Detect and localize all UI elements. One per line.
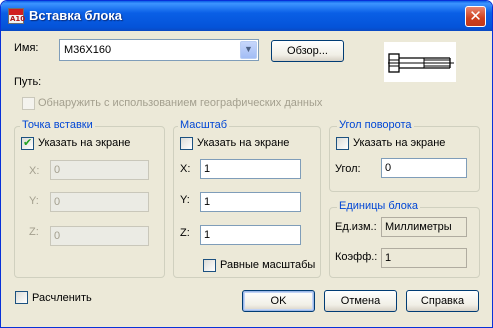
uniform-scale-checkbox[interactable] [203, 259, 216, 272]
block-name-value: M36X160 [64, 44, 112, 56]
scale-z-input[interactable]: 1 [200, 225, 301, 245]
scale-title: Масштаб [178, 119, 230, 131]
factor-label: Коэфф.: [335, 251, 378, 263]
chevron-down-icon: ▼ [244, 44, 253, 54]
title-bar: A10 Вставка блока ✕ [1, 1, 492, 31]
close-button[interactable]: ✕ [465, 6, 486, 27]
bolt-preview-icon [388, 53, 454, 73]
scale-y-input[interactable]: 1 [200, 192, 301, 212]
angle-input[interactable]: 0 [381, 158, 467, 178]
rotation-onscreen-label: Указать на экране [353, 137, 446, 149]
autocad-app-icon: A10 [8, 8, 25, 24]
scale-x-label: X: [180, 163, 191, 175]
block-name-combobox[interactable]: M36X160 ▼ [59, 39, 259, 61]
window-title: Вставка блока [29, 8, 123, 23]
insertion-point-title: Точка вставки [20, 119, 95, 131]
rotation-onscreen-checkbox[interactable] [336, 137, 349, 150]
geo-data-label: Обнаружить с использованием географическ… [38, 97, 323, 109]
path-label: Путь: [14, 76, 42, 88]
insertion-z-input[interactable]: 0 [50, 226, 149, 246]
scale-x-input[interactable]: 1 [200, 159, 301, 179]
scale-onscreen-label: Указать на экране [197, 137, 290, 149]
insertion-y-input[interactable]: 0 [50, 192, 149, 212]
insertion-y-label: Y: [29, 195, 39, 207]
insertion-y-value: 0 [54, 196, 61, 208]
block-preview [384, 42, 456, 82]
units-label: Ед.изм.: [335, 221, 377, 233]
scale-z-value: 1 [204, 229, 211, 241]
insertion-x-label: X: [29, 165, 40, 177]
scale-y-label: Y: [180, 194, 190, 206]
explode-checkbox[interactable] [15, 291, 28, 304]
browse-button[interactable]: Обзор... [271, 40, 344, 62]
insertion-onscreen-label: Указать на экране [38, 137, 131, 149]
units-value-field: Миллиметры [381, 217, 467, 237]
scale-z-label: Z: [180, 227, 190, 239]
combobox-dropdown-button[interactable]: ▼ [240, 41, 257, 59]
angle-label: Угол: [335, 163, 361, 175]
rotation-title: Угол поворота [337, 119, 414, 131]
scale-x-value: 1 [204, 163, 211, 175]
units-value: Миллиметры [385, 221, 452, 233]
close-icon: ✕ [469, 7, 482, 25]
uniform-scale-label: Равные масштабы [220, 259, 316, 271]
factor-value-field: 1 [381, 248, 467, 268]
explode-label: Расчленить [32, 292, 92, 304]
insertion-x-input[interactable]: 0 [50, 160, 149, 180]
help-button[interactable]: Справка [406, 290, 479, 312]
angle-value: 0 [385, 162, 392, 174]
scale-y-value: 1 [204, 196, 211, 208]
ok-button[interactable]: OK [242, 290, 315, 312]
insert-block-dialog: A10 Вставка блока ✕ Имя: M36X160 ▼ Обзор… [0, 0, 493, 328]
scale-onscreen-checkbox[interactable] [180, 137, 193, 150]
insertion-x-value: 0 [54, 164, 61, 176]
block-units-title: Единицы блока [337, 200, 421, 212]
insertion-onscreen-checkbox[interactable] [21, 136, 34, 150]
insertion-z-label: Z: [29, 226, 39, 238]
cancel-button[interactable]: Отмена [324, 290, 397, 312]
insertion-z-value: 0 [54, 230, 61, 242]
factor-value: 1 [385, 252, 392, 264]
name-label: Имя: [14, 42, 39, 54]
geo-data-checkbox[interactable] [22, 97, 35, 110]
